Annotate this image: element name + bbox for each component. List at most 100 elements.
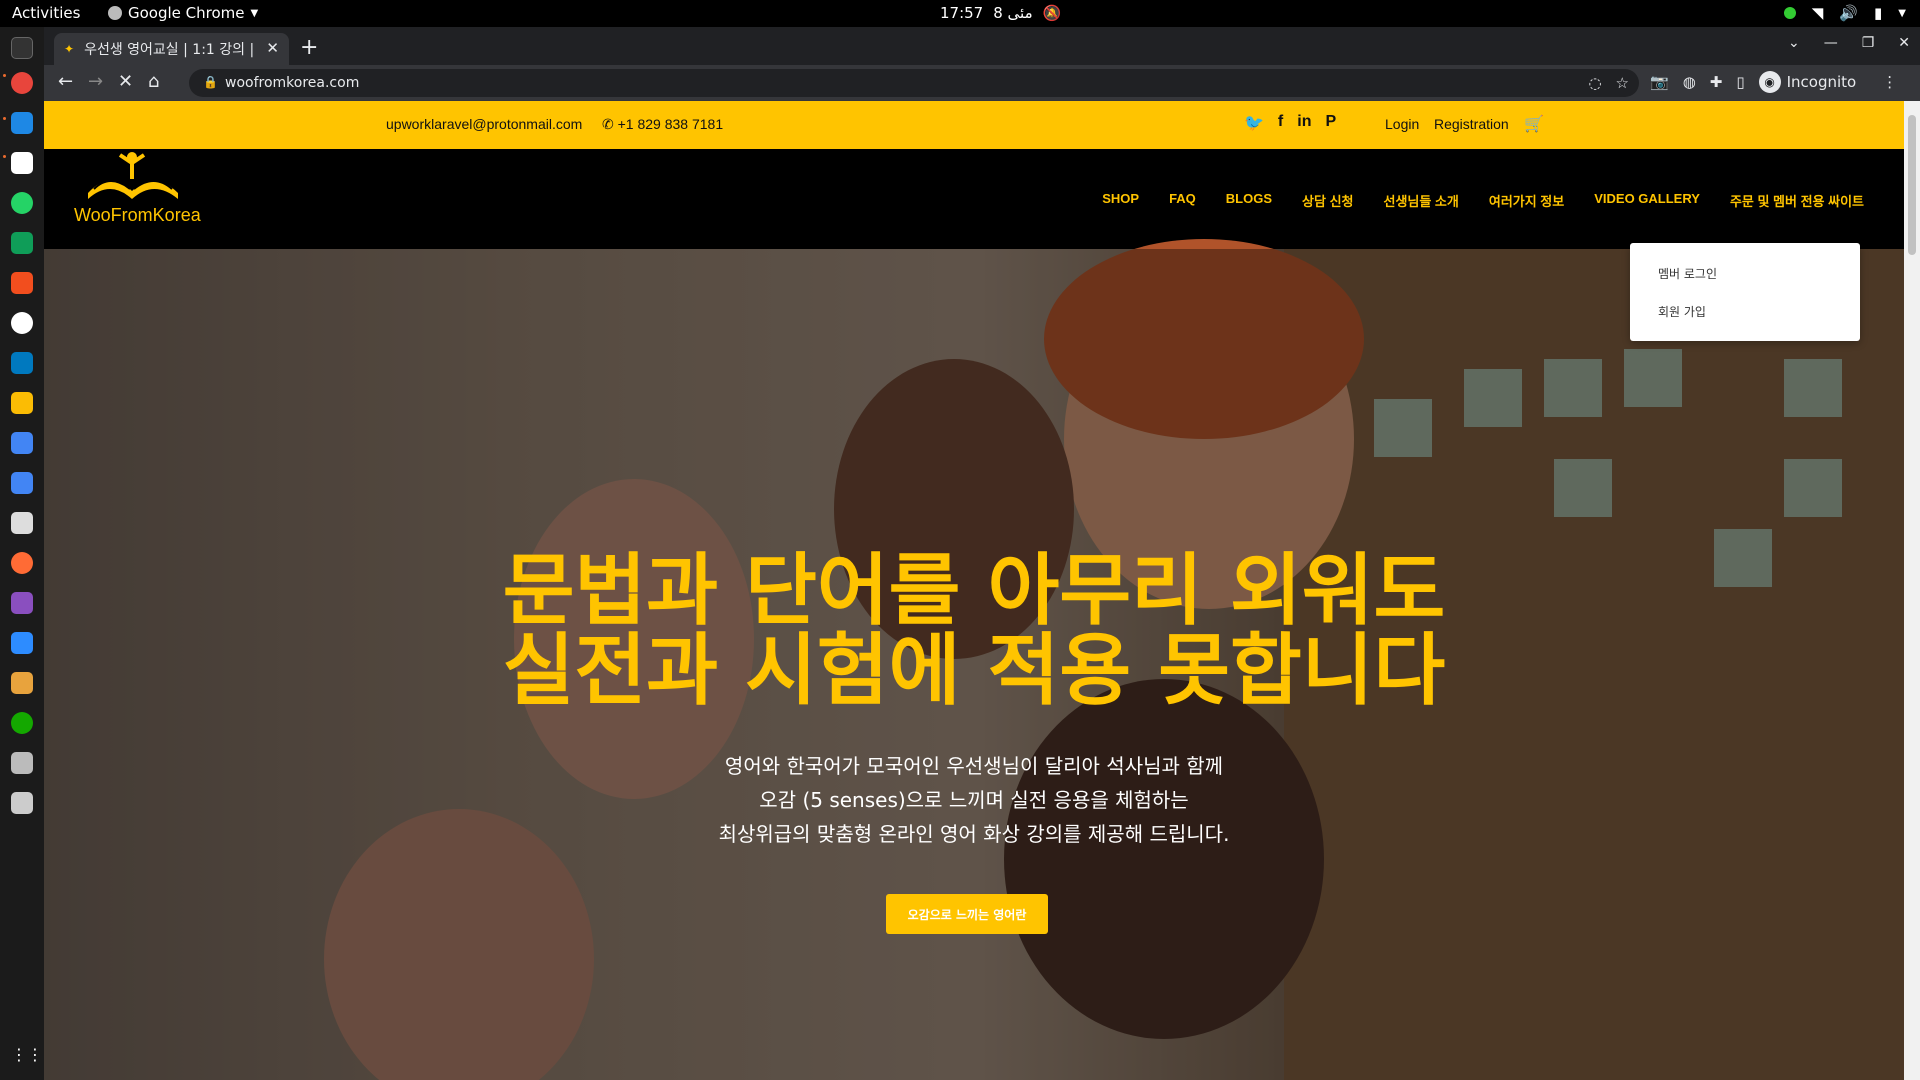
browser-icon[interactable] bbox=[11, 552, 33, 574]
chat-icon[interactable] bbox=[11, 232, 33, 254]
logo-book-icon bbox=[88, 152, 178, 199]
eye-off-icon[interactable]: ◌ bbox=[1588, 74, 1601, 92]
kebab-menu-icon[interactable]: ⋮ bbox=[1882, 73, 1897, 91]
twitter-icon[interactable]: 🐦 bbox=[1244, 113, 1264, 133]
url-text: woofromkorea.com bbox=[225, 75, 360, 91]
page-scrollbar[interactable] bbox=[1904, 101, 1920, 1080]
activities-button[interactable]: Activities bbox=[12, 4, 80, 22]
photos-icon[interactable] bbox=[11, 592, 33, 614]
status-green-icon bbox=[1783, 7, 1796, 19]
trello-icon[interactable] bbox=[11, 352, 33, 374]
chevron-down-icon: ▼ bbox=[1898, 7, 1906, 19]
main-navbar: WooFromKorea SHOP FAQ BLOGS 상담 신청 선생님들 소… bbox=[44, 149, 1904, 249]
time: 17:57 bbox=[940, 4, 984, 22]
keep-icon[interactable] bbox=[11, 392, 33, 414]
nav-blogs[interactable]: BLOGS bbox=[1226, 191, 1272, 210]
star-icon[interactable]: ☆ bbox=[1616, 74, 1629, 92]
calculator-icon[interactable] bbox=[11, 672, 33, 694]
wifi-icon: ◥ bbox=[1811, 4, 1824, 22]
phone-icon: ✆ bbox=[602, 116, 618, 132]
document-icon[interactable] bbox=[11, 752, 33, 774]
forward-icon[interactable]: → bbox=[88, 71, 103, 92]
tab-search-icon[interactable]: ⌄ bbox=[1788, 35, 1800, 51]
date: 8 مئی bbox=[993, 4, 1033, 22]
zoom-icon[interactable] bbox=[11, 632, 33, 654]
sub-line-1: 영어와 한국어가 모국어인 우선생님이 달리아 석사님과 함께 bbox=[724, 754, 1224, 778]
gmail-icon[interactable] bbox=[11, 152, 33, 174]
calendar-icon[interactable] bbox=[11, 472, 33, 494]
nav-video-gallery[interactable]: VIDEO GALLERY bbox=[1594, 191, 1700, 210]
contact-phone[interactable]: ✆ +1 829 838 7181 bbox=[602, 116, 723, 133]
nav-shop[interactable]: SHOP bbox=[1102, 191, 1139, 210]
site-logo[interactable]: WooFromKorea bbox=[74, 149, 214, 239]
chrome-icon[interactable] bbox=[11, 72, 33, 94]
dropdown-member-login[interactable]: 멤버 로그인 bbox=[1658, 265, 1717, 282]
address-bar[interactable]: 🔒 woofromkorea.com ◌ ☆ bbox=[189, 69, 1639, 97]
logo-text: WooFromKorea bbox=[74, 205, 201, 225]
nav-faq[interactable]: FAQ bbox=[1169, 191, 1196, 210]
close-window-icon[interactable]: ✕ bbox=[1898, 35, 1910, 51]
home-icon[interactable]: ⌂ bbox=[148, 71, 159, 92]
minimize-icon[interactable]: — bbox=[1824, 35, 1838, 51]
system-tray[interactable]: ◥ 🔊 ▮ ▼ bbox=[1783, 4, 1906, 22]
camera-icon[interactable]: 📷 bbox=[1650, 73, 1669, 91]
top-info-bar: upworklaravel@protonmail.com ✆ +1 829 83… bbox=[44, 101, 1904, 149]
hero-headline: 문법과 단어를 아무리 외워도 실전과 시험에 적용 못합니다 bbox=[44, 551, 1904, 711]
drive-icon[interactable] bbox=[11, 792, 33, 814]
dropdown-signup[interactable]: 회원 가입 bbox=[1658, 303, 1706, 320]
cart-icon[interactable]: 🛒 bbox=[1524, 114, 1544, 134]
app-name: Google Chrome bbox=[128, 4, 245, 22]
volume-icon: 🔊 bbox=[1839, 4, 1859, 22]
hero-section: 문법과 단어를 아무리 외워도 실전과 시험에 적용 못합니다 영어와 한국어가… bbox=[44, 239, 1904, 1080]
nav-menu: SHOP FAQ BLOGS 상담 신청 선생님들 소개 여러가지 정보 VID… bbox=[1102, 191, 1864, 210]
new-tab-button[interactable]: + bbox=[300, 35, 318, 60]
clock[interactable]: 17:57 8 مئی 🔕 bbox=[940, 4, 1061, 22]
login-link[interactable]: Login bbox=[1385, 116, 1419, 132]
headline-line-1: 문법과 단어를 아무리 외워도 bbox=[502, 546, 1446, 636]
webpage: upworklaravel@protonmail.com ✆ +1 829 83… bbox=[44, 101, 1904, 1080]
bell-muted-icon: 🔕 bbox=[1042, 4, 1062, 22]
os-topbar: Activities Google Chrome ▼ 17:57 8 مئی 🔕… bbox=[0, 0, 1920, 27]
incognito-badge[interactable]: ◉ Incognito bbox=[1758, 71, 1856, 93]
scrollbar-thumb[interactable] bbox=[1908, 115, 1916, 255]
toolbar: ← → ✕ ⌂ 🔒 woofromkorea.com ◌ ☆ 📷 ◍ ✚ ▯ ◉… bbox=[44, 65, 1920, 101]
close-icon[interactable]: ✕ bbox=[266, 39, 279, 57]
headline-line-2: 실전과 시험에 적용 못합니다 bbox=[502, 626, 1446, 716]
dock: ⋮⋮ bbox=[0, 27, 44, 1080]
chevron-down-icon: ▼ bbox=[250, 7, 259, 19]
app-menu[interactable]: Google Chrome ▼ bbox=[108, 4, 258, 22]
restore-icon[interactable]: ❐ bbox=[1862, 35, 1875, 51]
members-dropdown: 멤버 로그인 회원 가입 bbox=[1630, 243, 1860, 341]
nav-members[interactable]: 주문 및 멤버 전용 싸이트 bbox=[1730, 191, 1864, 210]
incognito-icon: ◉ bbox=[1758, 71, 1781, 93]
nav-consultation[interactable]: 상담 신청 bbox=[1302, 191, 1353, 210]
app-grid-icon[interactable]: ⋮⋮ bbox=[11, 1045, 43, 1067]
docs-icon[interactable] bbox=[11, 432, 33, 454]
hero-subtext: 영어와 한국어가 모국어인 우선생님이 달리아 석사님과 함께 오감 (5 se… bbox=[44, 749, 1904, 851]
globe-icon[interactable]: ◍ bbox=[1683, 73, 1696, 91]
files-icon[interactable] bbox=[11, 512, 33, 534]
stop-icon[interactable]: ✕ bbox=[118, 71, 133, 92]
pinterest-icon[interactable]: P bbox=[1325, 113, 1336, 133]
figma-icon[interactable] bbox=[11, 272, 33, 294]
sub-line-3: 최상위급의 맞춤형 온라인 영어 화상 강의를 제공해 드립니다. bbox=[718, 822, 1230, 846]
active-tab[interactable]: ✦ 우선생 영어교실 | 1:1 강의 | ✕ bbox=[54, 33, 289, 65]
github-icon[interactable] bbox=[11, 312, 33, 334]
nav-teachers[interactable]: 선생님들 소개 bbox=[1383, 191, 1458, 210]
nav-info[interactable]: 여러가지 정보 bbox=[1489, 191, 1564, 210]
registration-link[interactable]: Registration bbox=[1434, 116, 1509, 132]
phone-number: +1 829 838 7181 bbox=[617, 116, 724, 132]
terminal-icon[interactable] bbox=[11, 37, 33, 59]
back-icon[interactable]: ← bbox=[58, 71, 73, 92]
sidepanel-icon[interactable]: ▯ bbox=[1736, 73, 1744, 91]
chrome-icon bbox=[108, 6, 122, 20]
linkedin-icon[interactable]: in bbox=[1297, 113, 1311, 133]
contact-email[interactable]: upworklaravel@protonmail.com bbox=[386, 116, 582, 132]
favicon-icon: ✦ bbox=[64, 42, 75, 56]
cta-button[interactable]: 오감으로 느끼는 영어란 bbox=[886, 894, 1048, 934]
whatsapp-icon[interactable] bbox=[11, 192, 33, 214]
facebook-icon[interactable]: f bbox=[1278, 113, 1283, 133]
upwork-icon[interactable] bbox=[11, 712, 33, 734]
extensions-icon[interactable]: ✚ bbox=[1710, 73, 1723, 91]
vscode-icon[interactable] bbox=[11, 112, 33, 134]
